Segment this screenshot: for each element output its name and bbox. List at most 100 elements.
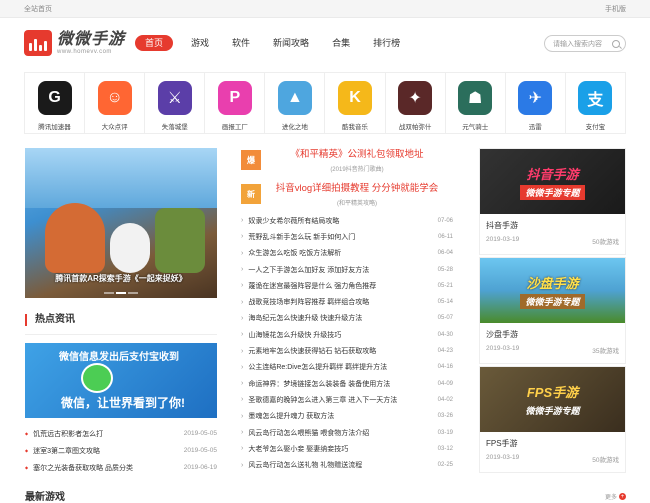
topic-card[interactable]: FPS手游 微微手游专题 FPS手游 2019-03-19 50款游戏 (479, 366, 626, 473)
app-item[interactable]: ☺ 大众点评 (85, 73, 146, 133)
news-title[interactable]: 迷室3第二章图文攻略 (25, 446, 100, 456)
nav-games[interactable]: 游戏 (191, 35, 209, 51)
app-item[interactable]: ✦ 战双帕弥什 (386, 73, 446, 133)
hot-title[interactable]: 《和平精英》公测礼包领取地址 (261, 148, 453, 161)
topic-cards: 抖音手游 微微手游专题 抖音手游 2019-03-19 50款游戏 沙盘手游 微微手游专题沙… (479, 148, 626, 475)
app-name: 画报工厂 (221, 124, 248, 131)
topic-name[interactable]: 抖音手游 (480, 214, 625, 231)
list-item[interactable]: 饥荒远古积影者怎么打 2019-05-05 (25, 425, 217, 442)
topic-card[interactable]: 抖音手游 微微手游专题 抖音手游 2019-03-19 50款游戏 (479, 148, 626, 255)
list-item[interactable]: 众生游怎么吃饭 吃饭方法解析 06-04 (241, 246, 453, 262)
logo-url: www.homevv.com (57, 49, 112, 55)
list-item[interactable]: 迷室3第二章图文攻略 2019-05-05 (25, 442, 217, 459)
news-date: 2019-05-05 (183, 430, 217, 437)
news-title[interactable]: 塞尔之光装备获取攻略 品质分类 (25, 463, 133, 473)
list-item[interactable]: 大老爷怎么娶小妾 娶妻纳妾技巧 03-12 (241, 441, 453, 457)
topic-image-title: 沙盘手游 (526, 275, 579, 291)
promo-line2: 微信，让世界看到了你! (61, 396, 185, 410)
list-item[interactable]: 风云岛行动怎么送礼物 礼物赠送流程 02-25 (241, 457, 453, 473)
punishing-icon: ✦ (398, 81, 433, 115)
topic-image-subtitle: 微微手游专题 (525, 405, 580, 416)
nav-collections[interactable]: 合集 (332, 35, 350, 51)
news-title[interactable]: 众生游怎么吃饭 吃饭方法解析 (241, 248, 341, 258)
hot-title[interactable]: 抖音vlog详细拍摄教程 分分钟就能学会 (261, 182, 453, 195)
news-title[interactable]: 山海镜花怎么升级快 升级技巧 (241, 330, 341, 340)
topic-image-title: 抖音手游 (526, 166, 579, 182)
top-bar: 全站首页 手机版 (0, 0, 650, 18)
news-title[interactable]: 圣歌德嘉的晚钟怎么进入第三章 进入下一天方法 (241, 395, 397, 405)
site-logo[interactable]: 微微手游 www.homevv.com (24, 30, 129, 56)
list-item[interactable]: 荒野乱斗新手怎么玩 新手如何入门 06-11 (241, 229, 453, 245)
news-title[interactable]: 荒野乱斗新手怎么玩 新手如何入门 (241, 232, 355, 242)
topic-image-title: FPS手游 (526, 384, 579, 400)
list-item[interactable]: 奴隶少女希尔薇所有结局攻略 07-06 (241, 213, 453, 229)
news-date: 03-26 (437, 413, 453, 420)
app-item[interactable]: P 画报工厂 (205, 73, 266, 133)
topic-card[interactable]: 沙盘手游 微微手游专题 沙盘手游 2019-03-19 35款游戏 (479, 257, 626, 364)
news-title[interactable]: 风云岛行动怎么喂熊猫 喂食物方法介绍 (241, 428, 369, 438)
center-news-list: 奴隶少女希尔薇所有结局攻略 07-06 荒野乱斗新手怎么玩 新手如何入门 06-11 众… (241, 213, 453, 474)
topic-name[interactable]: FPS手游 (480, 432, 625, 449)
nav-home[interactable]: 首页 (135, 35, 174, 51)
news-title[interactable]: 战歌竞技场审判阵容推荐 羁绊组合攻略 (241, 297, 369, 307)
app-item[interactable]: ✈ 迅雷 (506, 73, 566, 133)
list-item[interactable]: 山海镜花怎么升级快 升级技巧 04-30 (241, 327, 453, 343)
topic-name[interactable]: 沙盘手游 (480, 323, 625, 340)
tencent-accelerator-icon: G (37, 81, 72, 115)
new-badge: 新 (241, 184, 261, 204)
news-title[interactable]: 海岛纪元怎么快速升级 快速升级方法 (241, 313, 362, 323)
app-name: 元气骑士 (462, 124, 489, 131)
news-title[interactable]: 墨魂怎么提升魂力 获取方法 (241, 411, 334, 421)
home-link[interactable]: 全站首页 (24, 4, 52, 14)
hot-item[interactable]: 爆 《和平精英》公测礼包领取地址 (2019抖音热门歌曲) (241, 148, 453, 182)
promo-banner[interactable]: 微信信息发出后支付宝收到 微信，让世界看到了你! (25, 343, 217, 418)
app-name: 腾讯加速器 (38, 124, 71, 131)
list-item[interactable]: 一人之下手游怎么加好友 添加好友方法 05-28 (241, 262, 453, 278)
news-title[interactable]: 大老爷怎么娶小妾 娶妻纳妾技巧 (241, 444, 348, 454)
banner-title: 腾讯首款AR探索手游《一起来捉妖》 (55, 274, 187, 283)
news-title[interactable]: 命运神界：梦境链接怎么装装备 装备使用方法 (241, 379, 390, 389)
news-title[interactable]: 元素地牢怎么快速获得钻石 钻石获取攻略 (241, 346, 376, 356)
news-title[interactable]: 奴隶少女希尔薇所有结局攻略 (241, 216, 339, 226)
latest-games-heading: 最新游戏 (25, 492, 65, 503)
nav-rankings[interactable]: 排行榜 (373, 35, 400, 51)
hot-item[interactable]: 新 抖音vlog详细拍摄教程 分分钟就能学会 (和平精英攻略) (241, 182, 453, 216)
app-item[interactable]: ☗ 元气骑士 (446, 73, 506, 133)
nav-news[interactable]: 新闻攻略 (273, 35, 309, 51)
list-item[interactable]: 墨魂怎么提升魂力 获取方法 03-26 (241, 409, 453, 425)
app-item[interactable]: ⚔ 失落城堡 (145, 73, 206, 133)
list-item[interactable]: 蔑诡在迷宫最强阵容是什么 强力角色推荐 05-21 (241, 278, 453, 294)
news-title[interactable]: 一人之下手游怎么加好友 添加好友方法 (241, 265, 369, 275)
hot-items: 爆 《和平精英》公测礼包领取地址 (2019抖音热门歌曲) 新 抖音vlog详细… (241, 148, 453, 216)
search-input[interactable]: 请输入搜索内容 (544, 35, 626, 52)
nav-software[interactable]: 软件 (232, 35, 250, 51)
topic-image[interactable]: 抖音手游 微微手游专题 (480, 149, 625, 214)
mobile-version-link[interactable]: 手机版 (605, 4, 626, 14)
app-item[interactable]: G 腾讯加速器 (25, 73, 86, 133)
news-title[interactable]: 公主连结Re:Dive怎么提升羁绊 羁绊提升方法 (241, 362, 387, 372)
list-item[interactable]: 塞尔之光装备获取攻略 品质分类 2019-06-19 (25, 459, 217, 476)
topic-count: 50款游戏 (592, 239, 619, 246)
banner-dots (25, 292, 217, 294)
list-item[interactable]: 命运神界：梦境链接怎么装装备 装备使用方法 04-09 (241, 376, 453, 392)
list-item[interactable]: 战歌竞技场审判阵容推荐 羁绊组合攻略 05-14 (241, 294, 453, 310)
list-item[interactable]: 海岛纪元怎么快速升级 快速升级方法 05-07 (241, 311, 453, 327)
topic-image-subtitle: 微微手游专题 (520, 293, 585, 309)
app-item[interactable]: 支支付宝 (566, 73, 625, 133)
news-date: 02-25 (437, 462, 453, 469)
topic-image[interactable]: FPS手游微微手游专题 (480, 367, 625, 432)
news-title[interactable]: 饥荒远古积影者怎么打 (25, 429, 103, 439)
list-item[interactable]: 圣歌德嘉的晚钟怎么进入第三章 进入下一天方法 04-02 (241, 392, 453, 408)
logo-icon (24, 30, 52, 56)
list-item[interactable]: 风云岛行动怎么喂熊猫 喂食物方法介绍 03-19 (241, 425, 453, 441)
news-title[interactable]: 蔑诡在迷宫最强阵容是什么 强力角色推荐 (241, 281, 376, 291)
app-item[interactable]: K 酷我音乐 (325, 73, 386, 133)
featured-banner[interactable]: 腾讯首款AR探索手游《一起来捉妖》 (25, 148, 217, 298)
app-item[interactable]: ▲ 进化之地 (265, 73, 326, 133)
list-item[interactable]: 元素地牢怎么快速获得钻石 钻石获取攻略 04-23 (241, 343, 453, 359)
topic-image[interactable]: 沙盘手游微微手游专题 (480, 258, 625, 323)
app-name: 迅雷 (528, 124, 542, 131)
list-item[interactable]: 公主连结Re:Dive怎么提升羁绊 羁绊提升方法 04-16 (241, 360, 453, 376)
search-icon[interactable] (612, 39, 620, 48)
news-title[interactable]: 风云岛行动怎么送礼物 礼物赠送流程 (241, 460, 362, 470)
